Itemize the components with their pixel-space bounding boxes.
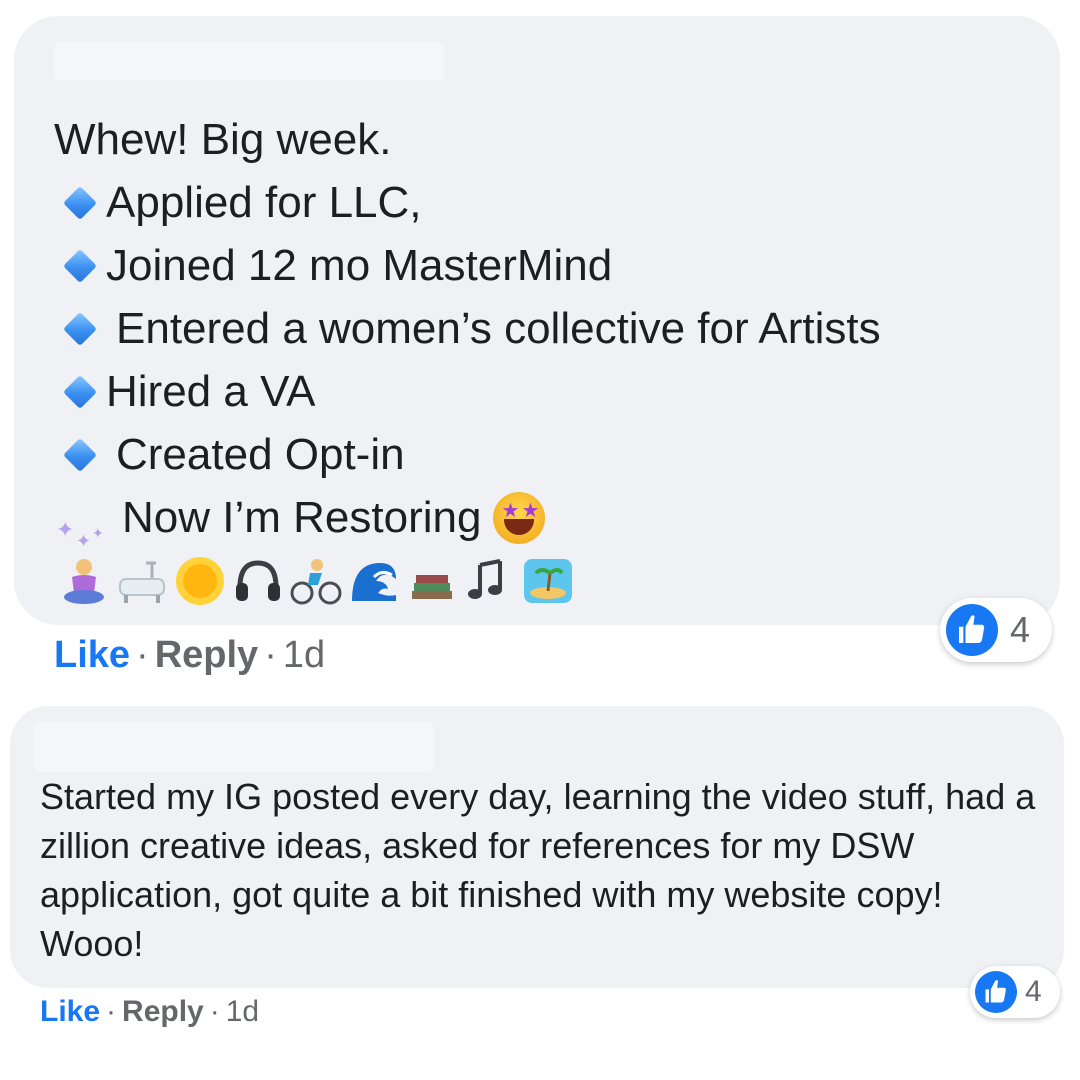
redacted-author-name <box>54 42 444 80</box>
star-struck-face-icon: ★ ★ <box>493 491 546 544</box>
item-text: Created Opt-in <box>116 430 405 479</box>
emoji-row <box>58 549 881 612</box>
blue-diamond-icon <box>63 185 97 220</box>
separator-dot: · <box>136 634 149 676</box>
reply-link[interactable]: Reply <box>122 995 204 1028</box>
item-text: Hired a VA <box>106 367 316 416</box>
dizzy-sparkle-icon: ✦ ✦ ✦ <box>56 516 104 551</box>
comment-body: Whew! Big week. Applied for LLC, Joined … <box>54 108 881 612</box>
comment-list-item: Joined 12 mo MasterMind <box>54 234 881 297</box>
musical-notes-icon <box>468 558 502 599</box>
desert-island-icon <box>524 558 572 603</box>
comment-line: Whew! Big week. <box>54 108 881 171</box>
timestamp-link[interactable]: 1d <box>226 995 259 1028</box>
comment-list-item: Created Opt-in <box>54 423 881 486</box>
sun-icon <box>176 556 224 605</box>
reaction-count: 4 <box>1010 609 1031 650</box>
blue-diamond-icon <box>63 437 97 472</box>
comment-list-item: Hired a VA <box>54 360 881 423</box>
wave-icon <box>352 562 396 601</box>
blue-diamond-icon <box>63 311 97 346</box>
comment-body: Started my IG posted every day, learning… <box>40 776 1036 964</box>
headphones-icon <box>236 559 280 601</box>
comment-bubble: Whew! Big week. Applied for LLC, Joined … <box>14 16 1060 625</box>
comment-line: ✦ ✦ ✦ Now I’m Restoring ★ ★ <box>54 486 881 551</box>
item-text: Joined 12 mo MasterMind <box>106 241 613 290</box>
comment-actions: Like · Reply · 1d <box>54 631 325 679</box>
first-line-text: Whew! Big week. <box>54 115 392 164</box>
reaction-summary[interactable]: 4 <box>970 966 1060 1018</box>
blue-diamond-icon <box>63 374 97 409</box>
reply-link[interactable]: Reply <box>155 634 258 676</box>
thumbs-up-icon <box>946 604 998 656</box>
separator-dot: · <box>209 995 220 1028</box>
restoring-text: Now I’m Restoring <box>122 493 482 542</box>
like-link[interactable]: Like <box>40 995 100 1028</box>
comment-actions: Like · Reply · 1d <box>40 992 259 1032</box>
comment-list-item: Applied for LLC, <box>54 171 881 234</box>
item-text: Applied for LLC, <box>106 178 422 227</box>
person-biking-icon <box>290 558 342 604</box>
blue-diamond-icon <box>63 248 97 283</box>
reaction-count: 4 <box>1025 975 1042 1008</box>
redacted-author-name <box>34 722 434 772</box>
thumbs-up-icon <box>975 971 1017 1013</box>
separator-dot: · <box>106 995 117 1028</box>
bathtub-icon <box>119 561 165 603</box>
reaction-summary[interactable]: 4 <box>940 598 1052 662</box>
like-link[interactable]: Like <box>54 634 130 676</box>
comment-list-item: Entered a women’s collective for Artists <box>54 297 881 360</box>
timestamp-link[interactable]: 1d <box>283 634 325 676</box>
woman-meditating-icon <box>64 558 104 604</box>
item-text: Entered a women’s collective for Artists <box>116 304 881 353</box>
separator-dot: · <box>264 634 277 676</box>
books-icon <box>412 574 452 599</box>
